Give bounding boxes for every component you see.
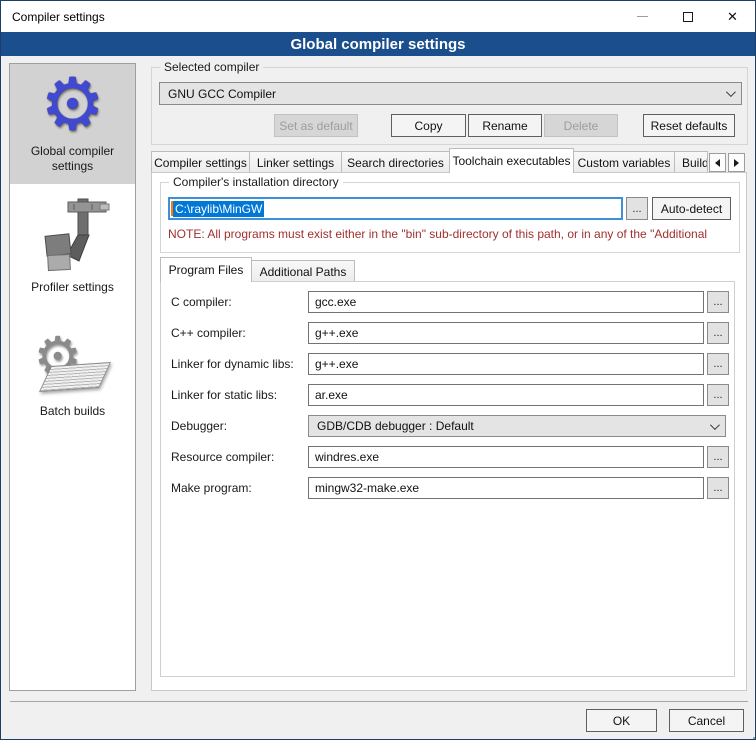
close-button[interactable]: ✕ — [710, 1, 755, 32]
browse-button[interactable]: ... — [707, 322, 729, 344]
installation-directory-row: C:\raylib\MinGW ... Auto-detect — [168, 197, 731, 220]
right-arrow-icon — [734, 159, 739, 167]
make-program-row: Make program: mingw32-make.exe ... — [161, 477, 734, 499]
program-files-tabstrip: Program Files Additional Paths — [160, 257, 354, 282]
caliper-icon — [34, 195, 112, 278]
blue-gear-icon: ⚙ — [40, 68, 105, 142]
left-arrow-icon — [715, 159, 720, 167]
toolchain-executables-page: Compiler's installation directory C:\ray… — [151, 172, 747, 691]
browse-button[interactable]: ... — [707, 384, 729, 406]
tab-build-options[interactable]: Build — [674, 151, 708, 173]
settings-tabstrip: Compiler settings Linker settings Search… — [151, 148, 745, 173]
minimize-button[interactable] — [620, 1, 665, 32]
maximize-button[interactable] — [665, 1, 710, 32]
rename-button[interactable]: Rename — [468, 114, 542, 137]
cpp-compiler-input[interactable]: g++.exe — [308, 322, 704, 344]
auto-detect-button[interactable]: Auto-detect — [652, 197, 731, 220]
installation-directory-input[interactable]: C:\raylib\MinGW — [168, 197, 623, 220]
field-label: Resource compiler: — [171, 450, 308, 464]
sidebar-item-batch-builds[interactable]: ⚙ Batch builds — [10, 328, 135, 430]
tab-linker-settings[interactable]: Linker settings — [249, 151, 342, 173]
tab-toolchain-executables[interactable]: Toolchain executables — [449, 148, 574, 173]
copy-button[interactable]: Copy — [391, 114, 466, 137]
browse-button[interactable]: ... — [707, 477, 729, 499]
delete-button: Delete — [544, 114, 618, 137]
footer-divider — [10, 701, 748, 702]
tab-search-directories[interactable]: Search directories — [341, 151, 450, 173]
browse-button[interactable]: ... — [707, 291, 729, 313]
maximize-icon — [683, 12, 693, 22]
selected-compiler-group: Selected compiler GNU GCC Compiler Set a… — [151, 67, 748, 145]
static-linker-row: Linker for static libs: ar.exe ... — [161, 384, 734, 406]
compiler-settings-dialog: Compiler settings ✕ Global compiler sett… — [0, 0, 756, 740]
set-as-default-button: Set as default — [274, 114, 358, 137]
dynamic-linker-input[interactable]: g++.exe — [308, 353, 704, 375]
browse-button[interactable]: ... — [707, 353, 729, 375]
titlebar: Compiler settings ✕ — [1, 1, 755, 32]
resize-grip[interactable] — [749, 733, 751, 735]
resource-compiler-row: Resource compiler: windres.exe ... — [161, 446, 734, 468]
browse-button[interactable]: ... — [707, 446, 729, 468]
c-compiler-row: C compiler: gcc.exe ... — [161, 291, 734, 313]
make-program-input[interactable]: mingw32-make.exe — [308, 477, 704, 499]
installation-directory-group: Compiler's installation directory C:\ray… — [160, 182, 740, 253]
page-title: Global compiler settings — [1, 32, 755, 56]
resource-compiler-input[interactable]: windres.exe — [308, 446, 704, 468]
minimize-icon — [637, 16, 648, 17]
sidebar-item-label: Profiler settings — [27, 278, 118, 301]
batch-builds-icon: ⚙ — [28, 334, 118, 402]
chevron-down-icon — [726, 87, 736, 97]
selected-path-text: C:\raylib\MinGW — [173, 201, 264, 217]
field-label: Linker for dynamic libs: — [171, 357, 308, 371]
program-files-panel: C compiler: gcc.exe ... C++ compiler: g+… — [160, 281, 735, 677]
tab-scroll-left-button[interactable] — [709, 153, 726, 172]
debugger-row: Debugger: GDB/CDB debugger : Default — [161, 415, 734, 437]
note-text: NOTE: All programs must exist either in … — [168, 227, 734, 241]
settings-sidebar: ⚙ Global compiler settings Profiler sett… — [9, 63, 136, 691]
group-label: Selected compiler — [160, 60, 263, 74]
compiler-buttons-row: Set as default Copy Rename Delete Reset … — [152, 114, 747, 137]
reset-defaults-button[interactable]: Reset defaults — [643, 114, 735, 137]
compiler-select[interactable]: GNU GCC Compiler — [159, 82, 742, 105]
field-label: Linker for static libs: — [171, 388, 308, 402]
tab-scroll-right-button[interactable] — [728, 153, 745, 172]
group-label: Compiler's installation directory — [169, 175, 343, 189]
c-compiler-input[interactable]: gcc.exe — [308, 291, 704, 313]
compiler-select-value: GNU GCC Compiler — [168, 87, 726, 101]
window-title: Compiler settings — [1, 10, 620, 24]
field-label: C++ compiler: — [171, 326, 308, 340]
tab-custom-variables[interactable]: Custom variables — [573, 151, 675, 173]
debugger-select[interactable]: GDB/CDB debugger : Default — [308, 415, 726, 437]
ok-button[interactable]: OK — [586, 709, 657, 732]
cancel-button[interactable]: Cancel — [669, 709, 744, 732]
sidebar-item-label: Global compiler settings — [10, 142, 135, 180]
sidebar-item-profiler-settings[interactable]: Profiler settings — [10, 194, 135, 302]
field-label: Make program: — [171, 481, 308, 495]
dynamic-linker-row: Linker for dynamic libs: g++.exe ... — [161, 353, 734, 375]
tab-program-files[interactable]: Program Files — [160, 257, 252, 282]
field-label: C compiler: — [171, 295, 308, 309]
chevron-down-icon — [710, 420, 720, 430]
tab-compiler-settings[interactable]: Compiler settings — [151, 151, 250, 173]
sidebar-item-label: Batch builds — [36, 402, 109, 425]
static-linker-input[interactable]: ar.exe — [308, 384, 704, 406]
browse-directory-button[interactable]: ... — [626, 197, 648, 220]
tab-additional-paths[interactable]: Additional Paths — [251, 260, 355, 282]
field-label: Debugger: — [171, 419, 308, 433]
close-icon: ✕ — [727, 10, 738, 23]
debugger-select-value: GDB/CDB debugger : Default — [317, 419, 710, 433]
sidebar-item-global-compiler-settings[interactable]: ⚙ Global compiler settings — [10, 64, 135, 184]
cpp-compiler-row: C++ compiler: g++.exe ... — [161, 322, 734, 344]
